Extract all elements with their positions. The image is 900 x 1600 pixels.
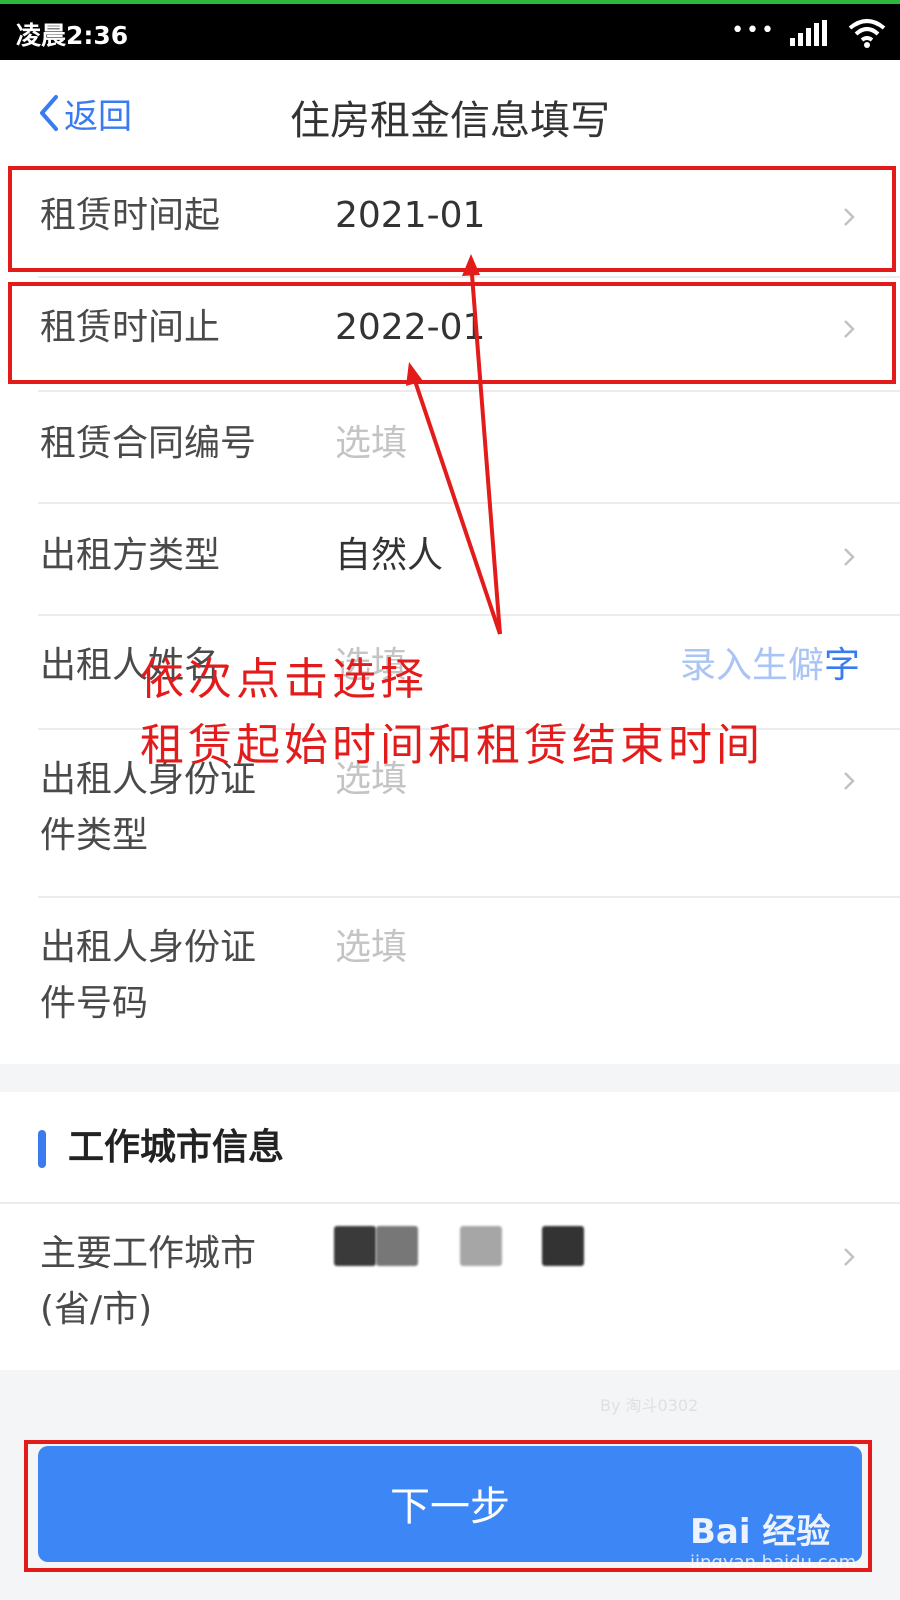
annotation-line-1: 依次点击选择 xyxy=(140,654,428,705)
lessor-type-label: 出租方类型 xyxy=(40,535,221,576)
contract-number-label: 租赁合同编号 xyxy=(40,423,257,464)
section-title: 工作城市信息 xyxy=(68,1127,285,1168)
work-city-section-header: 工作城市信息 xyxy=(0,1092,900,1202)
work-city-label-2: (省/市) xyxy=(40,1289,153,1330)
obscured-value xyxy=(542,1226,584,1266)
nav-bar: 返回 住房租金信息填写 xyxy=(0,60,900,164)
wifi-icon xyxy=(848,19,886,48)
lessor-name-row: 出租人姓名 选填 录入生僻字 xyxy=(0,616,900,728)
highlight-box-next-button xyxy=(24,1440,872,1572)
lessor-id-number-input[interactable]: 选填 xyxy=(335,920,407,976)
author-watermark: By 淘斗0302 xyxy=(600,1396,699,1415)
more-dots-icon: ••• xyxy=(731,18,776,43)
chevron-right-icon xyxy=(844,772,855,790)
annotation-line-2: 租赁起始时间和租赁结束时间 xyxy=(140,720,764,771)
obscured-value xyxy=(460,1226,502,1266)
work-city-row[interactable]: 主要工作城市 (省/市) xyxy=(0,1204,900,1370)
lessor-id-type-label-2: 件类型 xyxy=(40,815,149,856)
chevron-right-icon xyxy=(844,548,855,566)
rare-character-link-accent: 字 xyxy=(823,645,860,686)
status-bar: 凌晨2:36 ••• xyxy=(0,4,900,60)
section-gap xyxy=(0,1064,900,1092)
work-city-label-1: 主要工作城市 xyxy=(40,1233,257,1274)
lessor-type-value: 自然人 xyxy=(335,535,444,576)
lessor-id-number-label-2: 件号码 xyxy=(40,983,149,1024)
contract-number-row: 租赁合同编号 选填 xyxy=(0,392,900,502)
chevron-right-icon xyxy=(844,1248,855,1266)
page-title: 住房租金信息填写 xyxy=(290,98,610,144)
rare-character-link[interactable]: 录入生僻字 xyxy=(680,638,860,694)
rare-character-link-text: 录入生僻字 xyxy=(679,645,860,686)
obscured-value xyxy=(376,1226,418,1266)
section-accent-bar xyxy=(38,1130,46,1168)
highlight-box-lease-start xyxy=(8,166,896,272)
lessor-id-number-label-1: 出租人身份证 xyxy=(40,927,257,968)
status-time: 凌晨2:36 xyxy=(16,21,129,50)
contract-number-input[interactable]: 选填 xyxy=(335,416,407,472)
lessor-type-row[interactable]: 出租方类型 自然人 xyxy=(0,504,900,614)
status-icons: ••• xyxy=(688,16,888,48)
highlight-box-lease-end xyxy=(8,282,896,384)
lessor-id-number-row: 出租人身份证 件号码 选填 xyxy=(0,898,900,1064)
signal-icon xyxy=(790,20,827,46)
obscured-value xyxy=(334,1226,376,1266)
